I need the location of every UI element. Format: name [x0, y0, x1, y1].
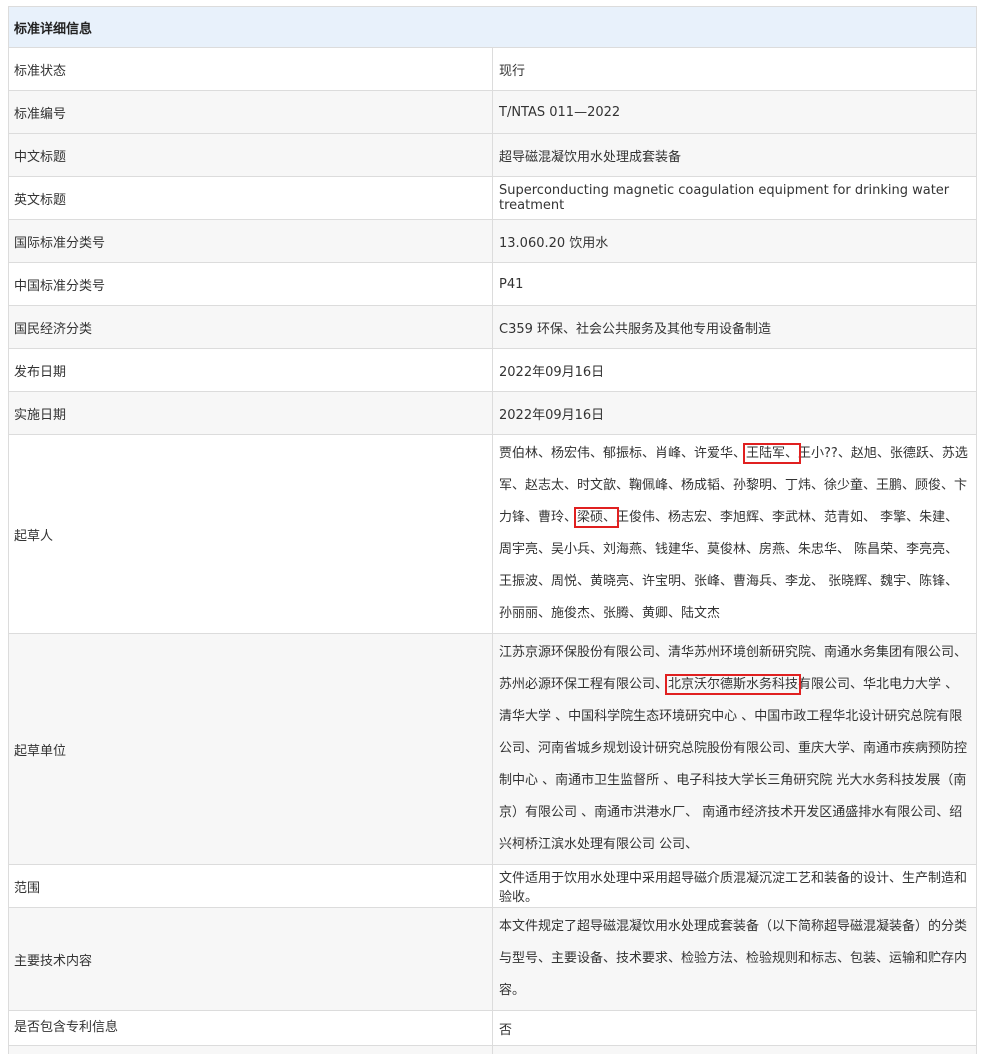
status-value: 现行	[493, 48, 977, 91]
publish-date-label: 发布日期	[9, 349, 493, 392]
number-label: 标准编号	[9, 91, 493, 134]
row-implement-date: 实施日期 2022年09月16日	[9, 392, 977, 435]
row-cn-title: 中文标题 超导磁混凝饮用水处理成套装备	[9, 134, 977, 177]
implement-date-label: 实施日期	[9, 392, 493, 435]
en-title-label: 英文标题	[9, 177, 493, 220]
row-drafters: 起草人 贾伯林、杨宏伟、郁振标、肖峰、许爱华、王陆军、王小??、赵旭、张德跃、苏…	[9, 435, 977, 634]
ics-label: 国际标准分类号	[9, 220, 493, 263]
en-title-value: Superconducting magnetic coagulation equ…	[493, 177, 977, 220]
row-status: 标准状态 现行	[9, 48, 977, 91]
scope-label: 范围	[9, 865, 493, 908]
row-drafting-units: 起草单位 江苏京源环保股份有限公司、清华苏州环境创新研究院、南通水务集团有限公司…	[9, 634, 977, 865]
units-text-2: 有限公司、华北电力大学 、清华大学 、中国科学院生态环境研究中心 、中国市政工程…	[499, 677, 967, 852]
units-value: 江苏京源环保股份有限公司、清华苏州环境创新研究院、南通水务集团有限公司、苏州必源…	[493, 634, 977, 865]
ics-value: 13.060.20 饮用水	[493, 220, 977, 263]
publish-date-value: 2022年09月16日	[493, 349, 977, 392]
row-number: 标准编号 T/NTAS 011—2022	[9, 91, 977, 134]
row-tech-content: 主要技术内容 本文件规定了超导磁混凝饮用水处理成套装备（以下简称超导磁混凝装备）…	[9, 908, 977, 1011]
implement-date-value: 2022年09月16日	[493, 392, 977, 435]
scope-value: 文件适用于饮用水处理中采用超导磁介质混凝沉淀工艺和装备的设计、生产制造和验收。	[493, 865, 977, 908]
patent-label: 是否包含专利信息	[9, 1011, 493, 1046]
tech-label: 主要技术内容	[9, 908, 493, 1011]
cn-title-label: 中文标题	[9, 134, 493, 177]
drafters-label: 起草人	[9, 435, 493, 634]
table-header-row: 标准详细信息	[9, 7, 977, 48]
drafters-text-1: 贾伯林、杨宏伟、郁振标、肖峰、许爱华、	[499, 446, 746, 461]
row-patent: 是否包含专利信息 否	[9, 1011, 977, 1046]
row-scope: 范围 文件适用于饮用水处理中采用超导磁介质混凝沉淀工艺和装备的设计、生产制造和验…	[9, 865, 977, 908]
economy-value: C359 环保、社会公共服务及其他专用设备制造	[493, 306, 977, 349]
highlighted-unit: 北京沃尔德斯水务科技	[668, 677, 798, 692]
patent-value: 否	[493, 1011, 977, 1046]
highlighted-drafter-1: 王陆军、	[746, 446, 798, 461]
cn-title-value: 超导磁混凝饮用水处理成套装备	[493, 134, 977, 177]
status-label: 标准状态	[9, 48, 493, 91]
row-next-partial	[9, 1046, 977, 1054]
number-value: T/NTAS 011—2022	[493, 91, 977, 134]
table-header: 标准详细信息	[9, 7, 977, 48]
tech-value: 本文件规定了超导磁混凝饮用水处理成套装备（以下简称超导磁混凝装备）的分类与型号、…	[493, 908, 977, 1011]
row-ccs: 中国标准分类号 P41	[9, 263, 977, 306]
next-value	[493, 1046, 977, 1054]
ccs-value: P41	[493, 263, 977, 306]
ccs-label: 中国标准分类号	[9, 263, 493, 306]
row-ics: 国际标准分类号 13.060.20 饮用水	[9, 220, 977, 263]
highlighted-drafter-2: 梁硕、	[577, 510, 616, 525]
drafters-text-3: 王俊伟、杨志宏、李旭辉、李武林、范青如、 李擎、朱建、周宇亮、吴小兵、刘海燕、钱…	[499, 510, 958, 621]
economy-label: 国民经济分类	[9, 306, 493, 349]
row-economy: 国民经济分类 C359 环保、社会公共服务及其他专用设备制造	[9, 306, 977, 349]
units-label: 起草单位	[9, 634, 493, 865]
row-publish-date: 发布日期 2022年09月16日	[9, 349, 977, 392]
drafters-value: 贾伯林、杨宏伟、郁振标、肖峰、许爱华、王陆军、王小??、赵旭、张德跃、苏选军、赵…	[493, 435, 977, 634]
row-en-title: 英文标题 Superconducting magnetic coagulatio…	[9, 177, 977, 220]
next-label	[9, 1046, 493, 1054]
